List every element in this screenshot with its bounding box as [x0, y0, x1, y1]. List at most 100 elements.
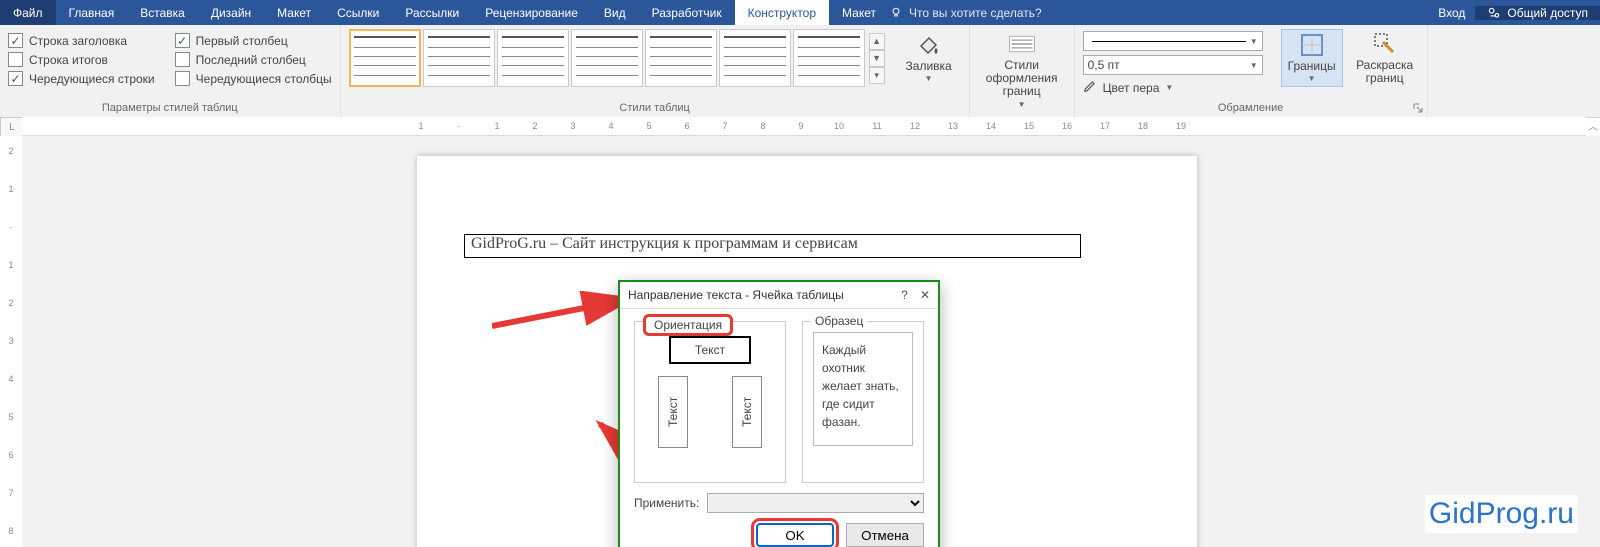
- table-styles-gallery[interactable]: ▲ ▼ ▾: [349, 29, 885, 87]
- share-label: Общий доступ: [1507, 6, 1588, 20]
- tab-design[interactable]: Дизайн: [198, 0, 264, 25]
- tell-me-search[interactable]: Что вы хотите сделать?: [889, 0, 1069, 25]
- watermark-logo: GidProg.ru: [1425, 495, 1578, 533]
- table-cell-text: GidProG.ru – Сайт инструкция к программа…: [465, 235, 858, 252]
- chk-total-row[interactable]: Строка итогов: [8, 52, 155, 67]
- chk-header-row-label: Строка заголовка: [29, 34, 127, 48]
- border-styles-gallery[interactable]: Стили оформления границ ▼: [978, 29, 1066, 111]
- ribbon: ✓Строка заголовка ✓Первый столбец Строка…: [0, 25, 1600, 118]
- border-painter-icon: [1372, 31, 1398, 57]
- chevron-down-icon: ▼: [925, 75, 933, 84]
- border-line-width[interactable]: 0,5 пт▼: [1083, 55, 1263, 75]
- orientation-vertical-down[interactable]: Текст: [732, 376, 762, 448]
- shading-button[interactable]: Заливка ▼: [897, 30, 961, 86]
- gallery-scroll-down[interactable]: ▼: [869, 50, 885, 67]
- border-styles-label: Стили оформления границ: [982, 59, 1062, 99]
- tab-table-design[interactable]: Конструктор: [735, 0, 829, 25]
- table-style-7[interactable]: [793, 29, 865, 87]
- borders-button[interactable]: Границы ▼: [1281, 29, 1343, 87]
- table-style-5[interactable]: [645, 29, 717, 87]
- tab-home[interactable]: Главная: [56, 0, 128, 25]
- chevron-down-icon: ▼: [1308, 75, 1316, 84]
- group-border-styles: Стили оформления границ ▼: [970, 25, 1075, 117]
- sample-legend: Образец: [811, 314, 867, 328]
- group-table-style-options: ✓Строка заголовка ✓Первый столбец Строка…: [0, 25, 341, 117]
- dialog-title-text: Направление текста - Ячейка таблицы: [628, 288, 844, 302]
- chk-banded-rows[interactable]: ✓Чередующиеся строки: [8, 71, 155, 86]
- gallery-more[interactable]: ▾: [869, 67, 885, 84]
- chk-header-row[interactable]: ✓Строка заголовка: [8, 33, 155, 48]
- orientation-vdown-label: Текст: [740, 397, 754, 427]
- tell-me-placeholder: Что вы хотите сделать?: [909, 6, 1042, 20]
- border-style-icon: [1009, 31, 1035, 57]
- pen-color-button[interactable]: Цвет пера ▼: [1083, 79, 1263, 96]
- lightbulb-icon: [889, 6, 903, 20]
- tab-table-layout[interactable]: Макет: [829, 0, 889, 25]
- border-width-value: 0,5 пт: [1088, 58, 1120, 72]
- apply-to-label: Применить:: [634, 496, 699, 510]
- dialog-close-button[interactable]: ✕: [920, 288, 930, 302]
- text-direction-dialog: Направление текста - Ячейка таблицы ? ✕ …: [618, 280, 940, 547]
- ok-button[interactable]: OK: [756, 523, 834, 547]
- borders-dialog-launcher[interactable]: [1411, 101, 1425, 115]
- dialog-titlebar[interactable]: Направление текста - Ячейка таблицы ? ✕: [620, 282, 938, 309]
- apply-to-select[interactable]: [707, 493, 924, 513]
- vertical-ruler[interactable]: 21·12345678: [0, 136, 23, 547]
- orientation-legend: Ориентация: [643, 314, 733, 336]
- chk-total-row-label: Строка итогов: [29, 53, 108, 67]
- paint-bucket-icon: [916, 32, 942, 58]
- table-style-1[interactable]: [349, 29, 421, 87]
- tab-view[interactable]: Вид: [591, 0, 639, 25]
- ruler-corner[interactable]: L: [0, 117, 24, 137]
- border-line-style[interactable]: ▼: [1083, 31, 1263, 51]
- tab-layout[interactable]: Макет: [264, 0, 324, 25]
- chk-last-column[interactable]: Последний столбец: [175, 52, 332, 67]
- collapse-ribbon-icon[interactable]: ︿: [1588, 118, 1598, 133]
- borders-icon: [1299, 32, 1325, 58]
- orientation-vertical-up[interactable]: Текст: [658, 376, 688, 448]
- share-icon: [1487, 6, 1501, 20]
- orientation-vup-label: Текст: [666, 397, 680, 427]
- table-style-4[interactable]: [571, 29, 643, 87]
- table-cell[interactable]: GidProG.ru – Сайт инструкция к программа…: [464, 234, 1081, 258]
- orientation-horizontal[interactable]: Текст: [669, 336, 751, 364]
- chevron-down-icon: ▼: [1018, 101, 1026, 110]
- pen-icon: [1083, 79, 1097, 96]
- chk-banded-columns[interactable]: Чередующиеся столбцы: [175, 71, 332, 86]
- chk-last-col-label: Последний столбец: [196, 53, 306, 67]
- tab-references[interactable]: Ссылки: [324, 0, 392, 25]
- group-borders: ▼ 0,5 пт▼ Цвет пера ▼ Границы ▼ Раскраск…: [1075, 25, 1428, 117]
- orientation-fieldset: Ориентация Текст Текст Текст: [634, 321, 786, 483]
- orientation-h-label: Текст: [695, 343, 725, 357]
- tab-file[interactable]: Файл: [0, 0, 56, 25]
- tab-developer[interactable]: Разработчик: [639, 0, 735, 25]
- border-painter-button[interactable]: Раскраска границ: [1351, 29, 1419, 87]
- border-painter-label: Раскраска границ: [1355, 59, 1415, 85]
- group-table-styles: ▲ ▼ ▾ Заливка ▼ Стили таблиц: [341, 25, 970, 117]
- tab-insert[interactable]: Вставка: [127, 0, 198, 25]
- gallery-scroll: ▲ ▼ ▾: [869, 33, 885, 84]
- pen-color-label: Цвет пера: [1103, 81, 1160, 95]
- group-label-options: Параметры стилей таблиц: [8, 100, 332, 117]
- group-label-borders: Обрамление: [1083, 100, 1419, 117]
- table-style-2[interactable]: [423, 29, 495, 87]
- login-button[interactable]: Вход: [1428, 6, 1475, 20]
- cancel-button[interactable]: Отмена: [846, 523, 924, 547]
- chk-first-col-label: Первый столбец: [196, 34, 288, 48]
- table-style-6[interactable]: [719, 29, 791, 87]
- table-style-3[interactable]: [497, 29, 569, 87]
- share-button[interactable]: Общий доступ: [1475, 6, 1600, 20]
- horizontal-ruler[interactable]: 1·12345678910111213141516171819: [22, 117, 1586, 136]
- menu-bar: Файл Главная Вставка Дизайн Макет Ссылки…: [0, 0, 1600, 25]
- sample-preview: Каждый охотник желает знать, где сидит ф…: [813, 332, 913, 446]
- sample-fieldset: Образец Каждый охотник желает знать, где…: [802, 321, 924, 483]
- gallery-scroll-up[interactable]: ▲: [869, 33, 885, 50]
- tab-review[interactable]: Рецензирование: [472, 0, 591, 25]
- shading-label: Заливка: [906, 60, 952, 73]
- group-label-styles: Стили таблиц: [349, 100, 961, 117]
- chk-banded-rows-label: Чередующиеся строки: [29, 72, 155, 86]
- chk-banded-cols-label: Чередующиеся столбцы: [196, 72, 332, 86]
- dialog-help-button[interactable]: ?: [901, 288, 908, 302]
- tab-mailings[interactable]: Рассылки: [392, 0, 472, 25]
- chk-first-column[interactable]: ✓Первый столбец: [175, 33, 332, 48]
